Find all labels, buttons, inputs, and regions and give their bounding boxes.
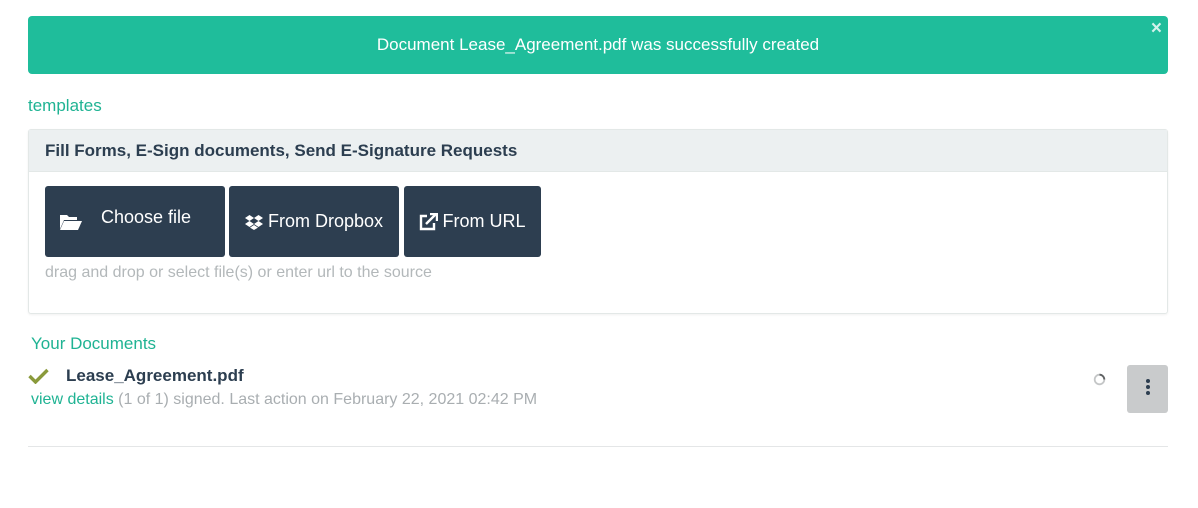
upload-panel: Fill Forms, E-Sign documents, Send E-Sig… (28, 129, 1168, 314)
dropbox-icon (244, 214, 263, 230)
from-dropbox-label: From Dropbox (267, 211, 384, 231)
templates-link[interactable]: templates (28, 96, 102, 116)
choose-file-label: Choose file (101, 207, 192, 227)
your-documents-title: Your Documents (31, 334, 157, 353)
view-details-link[interactable]: view details (31, 391, 114, 408)
check-icon (28, 368, 49, 389)
alert-message: Document Lease_Agreement.pdf was success… (376, 35, 820, 54)
external-link-icon (419, 212, 439, 231)
from-url-label: From URL (442, 211, 526, 231)
upload-hint: drag and drop or select file(s) or enter… (45, 264, 432, 281)
document-meta: view details (1 of 1) signed. Last actio… (31, 391, 537, 409)
more-options-button[interactable] (1127, 365, 1168, 413)
choose-file-button[interactable]: Choose file (45, 186, 225, 257)
document-status: (1 of 1) signed. Last action on February… (113, 391, 538, 408)
spinner-icon (1093, 373, 1106, 391)
upload-panel-heading: Fill Forms, E-Sign documents, Send E-Sig… (29, 130, 1167, 172)
alert-close-icon[interactable]: × (1151, 19, 1162, 39)
vertical-ellipsis-icon (1145, 378, 1151, 401)
success-alert: Document Lease_Agreement.pdf was success… (28, 16, 1168, 74)
from-dropbox-button[interactable]: From Dropbox (229, 186, 399, 257)
from-url-button[interactable]: From URL (404, 186, 541, 257)
document-name: Lease_Agreement.pdf (66, 366, 244, 385)
divider (28, 446, 1168, 447)
folder-open-icon (59, 213, 83, 231)
